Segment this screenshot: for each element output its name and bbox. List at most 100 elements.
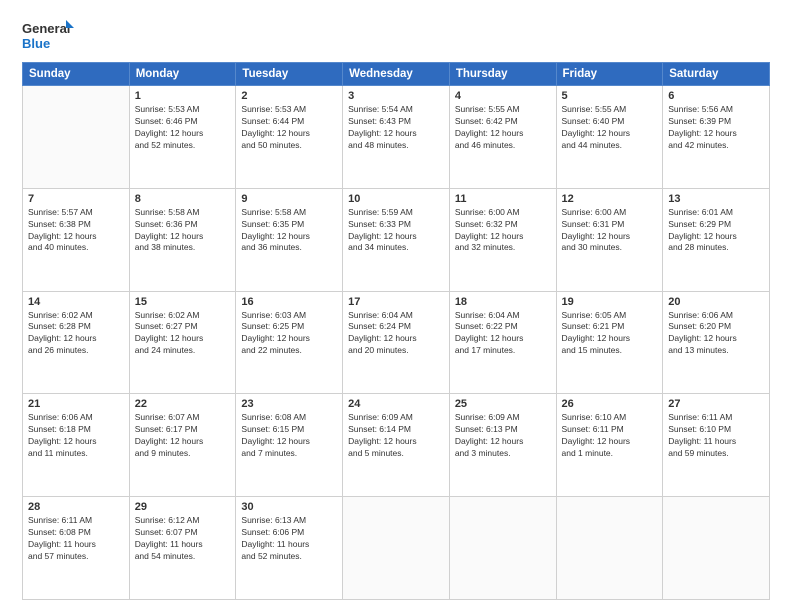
day-info: Sunrise: 6:04 AMSunset: 6:22 PMDaylight:… <box>455 310 551 358</box>
calendar-day-cell: 21 Sunrise: 6:06 AMSunset: 6:18 PMDayligh… <box>23 394 130 497</box>
day-info: Sunrise: 6:12 AMSunset: 6:07 PMDaylight:… <box>135 515 231 563</box>
day-info: Sunrise: 6:02 AMSunset: 6:28 PMDaylight:… <box>28 310 124 358</box>
day-number: 2 <box>241 90 337 102</box>
day-number: 9 <box>241 193 337 205</box>
day-number: 6 <box>668 90 764 102</box>
day-info: Sunrise: 5:58 AMSunset: 6:36 PMDaylight:… <box>135 207 231 255</box>
day-number: 16 <box>241 296 337 308</box>
day-info: Sunrise: 6:11 AMSunset: 6:08 PMDaylight:… <box>28 515 124 563</box>
day-number: 7 <box>28 193 124 205</box>
day-number: 26 <box>562 398 658 410</box>
day-info: Sunrise: 5:58 AMSunset: 6:35 PMDaylight:… <box>241 207 337 255</box>
calendar-day-header: Wednesday <box>343 63 450 86</box>
day-number: 17 <box>348 296 444 308</box>
calendar-day-cell: 11Sunrise: 6:00 AMSunset: 6:32 PMDayligh… <box>449 188 556 291</box>
calendar-day-cell: 19 Sunrise: 6:05 AMSunset: 6:21 PMDayligh… <box>556 291 663 394</box>
day-info: Sunrise: 5:54 AMSunset: 6:43 PMDaylight:… <box>348 104 444 152</box>
calendar-day-cell: 9 Sunrise: 5:58 AMSunset: 6:35 PMDaylight… <box>236 188 343 291</box>
day-info: Sunrise: 6:01 AMSunset: 6:29 PMDaylight:… <box>668 207 764 255</box>
day-info: Sunrise: 5:53 AMSunset: 6:46 PMDaylight:… <box>135 104 231 152</box>
calendar-day-cell <box>23 86 130 189</box>
calendar-day-cell: 5 Sunrise: 5:55 AMSunset: 6:40 PMDaylight… <box>556 86 663 189</box>
calendar-day-cell: 20Sunrise: 6:06 AMSunset: 6:20 PMDayligh… <box>663 291 770 394</box>
calendar-day-cell: 23 Sunrise: 6:08 AMSunset: 6:15 PMDayligh… <box>236 394 343 497</box>
day-number: 29 <box>135 501 231 513</box>
day-number: 25 <box>455 398 551 410</box>
calendar-day-cell: 30Sunrise: 6:13 AMSunset: 6:06 PMDayligh… <box>236 497 343 600</box>
calendar-week-row: 14 Sunrise: 6:02 AMSunset: 6:28 PMDayligh… <box>23 291 770 394</box>
calendar-day-cell: 2 Sunrise: 5:53 AMSunset: 6:44 PMDaylight… <box>236 86 343 189</box>
day-info: Sunrise: 6:03 AMSunset: 6:25 PMDaylight:… <box>241 310 337 358</box>
day-number: 21 <box>28 398 124 410</box>
calendar-header-row: SundayMondayTuesdayWednesdayThursdayFrid… <box>23 63 770 86</box>
day-info: Sunrise: 5:53 AMSunset: 6:44 PMDaylight:… <box>241 104 337 152</box>
day-info: Sunrise: 5:56 AMSunset: 6:39 PMDaylight:… <box>668 104 764 152</box>
day-info: Sunrise: 5:59 AMSunset: 6:33 PMDaylight:… <box>348 207 444 255</box>
calendar-body: 1 Sunrise: 5:53 AMSunset: 6:46 PMDaylight… <box>23 86 770 600</box>
day-number: 18 <box>455 296 551 308</box>
calendar-day-header: Sunday <box>23 63 130 86</box>
day-info: Sunrise: 6:05 AMSunset: 6:21 PMDaylight:… <box>562 310 658 358</box>
calendar-day-cell <box>556 497 663 600</box>
calendar-week-row: 1 Sunrise: 5:53 AMSunset: 6:46 PMDaylight… <box>23 86 770 189</box>
calendar-table: SundayMondayTuesdayWednesdayThursdayFrid… <box>22 62 770 600</box>
day-info: Sunrise: 6:07 AMSunset: 6:17 PMDaylight:… <box>135 412 231 460</box>
calendar-day-cell <box>343 497 450 600</box>
day-number: 30 <box>241 501 337 513</box>
calendar-day-cell: 16 Sunrise: 6:03 AMSunset: 6:25 PMDayligh… <box>236 291 343 394</box>
calendar-day-cell <box>449 497 556 600</box>
day-info: Sunrise: 6:06 AMSunset: 6:18 PMDaylight:… <box>28 412 124 460</box>
logo: General Blue <box>22 18 74 54</box>
day-info: Sunrise: 5:55 AMSunset: 6:42 PMDaylight:… <box>455 104 551 152</box>
calendar-day-cell: 24Sunrise: 6:09 AMSunset: 6:14 PMDayligh… <box>343 394 450 497</box>
day-number: 23 <box>241 398 337 410</box>
day-number: 22 <box>135 398 231 410</box>
calendar-day-cell: 26 Sunrise: 6:10 AMSunset: 6:11 PMDayligh… <box>556 394 663 497</box>
calendar-day-cell: 22 Sunrise: 6:07 AMSunset: 6:17 PMDayligh… <box>129 394 236 497</box>
calendar-day-cell: 27 Sunrise: 6:11 AMSunset: 6:10 PMDayligh… <box>663 394 770 497</box>
calendar-day-cell: 6 Sunrise: 5:56 AMSunset: 6:39 PMDaylight… <box>663 86 770 189</box>
day-info: Sunrise: 6:02 AMSunset: 6:27 PMDaylight:… <box>135 310 231 358</box>
calendar-day-cell: 12Sunrise: 6:00 AMSunset: 6:31 PMDayligh… <box>556 188 663 291</box>
calendar-day-cell: 4 Sunrise: 5:55 AMSunset: 6:42 PMDaylight… <box>449 86 556 189</box>
calendar-day-cell: 17 Sunrise: 6:04 AMSunset: 6:24 PMDayligh… <box>343 291 450 394</box>
calendar-day-cell: 18 Sunrise: 6:04 AMSunset: 6:22 PMDayligh… <box>449 291 556 394</box>
calendar-week-row: 7Sunrise: 5:57 AMSunset: 6:38 PMDaylight… <box>23 188 770 291</box>
svg-text:General: General <box>22 21 70 36</box>
day-number: 19 <box>562 296 658 308</box>
calendar-day-header: Friday <box>556 63 663 86</box>
day-number: 1 <box>135 90 231 102</box>
calendar-day-cell: 14 Sunrise: 6:02 AMSunset: 6:28 PMDayligh… <box>23 291 130 394</box>
calendar-day-cell: 28Sunrise: 6:11 AMSunset: 6:08 PMDayligh… <box>23 497 130 600</box>
day-number: 11 <box>455 193 551 205</box>
day-number: 5 <box>562 90 658 102</box>
calendar-day-header: Monday <box>129 63 236 86</box>
calendar-day-cell: 10 Sunrise: 5:59 AMSunset: 6:33 PMDayligh… <box>343 188 450 291</box>
day-number: 8 <box>135 193 231 205</box>
day-info: Sunrise: 6:11 AMSunset: 6:10 PMDaylight:… <box>668 412 764 460</box>
calendar-day-cell: 1 Sunrise: 5:53 AMSunset: 6:46 PMDaylight… <box>129 86 236 189</box>
calendar-day-header: Tuesday <box>236 63 343 86</box>
day-number: 14 <box>28 296 124 308</box>
day-info: Sunrise: 6:10 AMSunset: 6:11 PMDaylight:… <box>562 412 658 460</box>
calendar-day-header: Thursday <box>449 63 556 86</box>
calendar-week-row: 21 Sunrise: 6:06 AMSunset: 6:18 PMDayligh… <box>23 394 770 497</box>
day-number: 13 <box>668 193 764 205</box>
calendar-day-cell: 13 Sunrise: 6:01 AMSunset: 6:29 PMDayligh… <box>663 188 770 291</box>
day-number: 27 <box>668 398 764 410</box>
day-info: Sunrise: 6:09 AMSunset: 6:14 PMDaylight:… <box>348 412 444 460</box>
day-number: 10 <box>348 193 444 205</box>
calendar-week-row: 28Sunrise: 6:11 AMSunset: 6:08 PMDayligh… <box>23 497 770 600</box>
day-info: Sunrise: 6:00 AMSunset: 6:31 PMDaylight:… <box>562 207 658 255</box>
calendar-day-cell: 3 Sunrise: 5:54 AMSunset: 6:43 PMDaylight… <box>343 86 450 189</box>
day-number: 3 <box>348 90 444 102</box>
day-info: Sunrise: 6:08 AMSunset: 6:15 PMDaylight:… <box>241 412 337 460</box>
calendar-day-cell: 29 Sunrise: 6:12 AMSunset: 6:07 PMDayligh… <box>129 497 236 600</box>
day-number: 4 <box>455 90 551 102</box>
calendar-day-cell <box>663 497 770 600</box>
svg-text:Blue: Blue <box>22 36 50 51</box>
calendar-day-header: Saturday <box>663 63 770 86</box>
day-info: Sunrise: 5:55 AMSunset: 6:40 PMDaylight:… <box>562 104 658 152</box>
day-info: Sunrise: 6:04 AMSunset: 6:24 PMDaylight:… <box>348 310 444 358</box>
logo-svg: General Blue <box>22 18 74 54</box>
